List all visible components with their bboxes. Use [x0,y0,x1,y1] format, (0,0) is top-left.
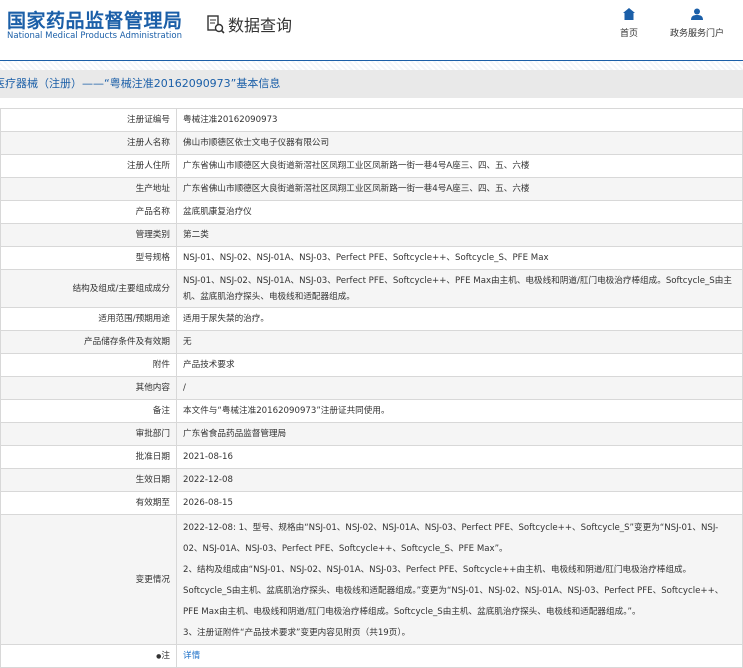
row-label-text: 其他内容 [135,383,170,393]
row-value: 粤械注准20162090973 [176,108,743,132]
change-line: 3、注册证附件“产品技术要求”变更内容见附页（共19页）。 [183,628,411,638]
row-value: 广东省食品药品监督管理局 [176,422,743,446]
row-label-text: 产品储存条件及有效期 [84,337,170,347]
row-label-text: 生产地址 [135,184,170,194]
row-value: NSJ-01、NSJ-02、NSJ-01A、NSJ-03、Perfect PFE… [176,246,743,270]
row-value: 盆底肌康复治疗仪 [176,200,743,224]
row-label: 注册人住所 [0,154,177,178]
row-label: 有效期至 [0,491,177,515]
row-label-text: 注册人名称 [127,138,170,148]
row-label: 备注 [0,399,177,423]
logo-subtitle: National Medical Products Administration [7,31,182,41]
info-table: 注册证编号 粤械注准20162090973 注册人名称 佛山市顺德区依士文电子仪器有限… [0,108,743,668]
row-label-text: 附件 [152,360,170,370]
data-query-heading: 数据查询 [206,12,292,36]
row-value: 第二类 [176,223,743,247]
page-title-text: 医疗器械（注册）——“粤械注准20162090973”基本信息 [0,77,281,90]
row-label: 附件 [0,353,177,377]
table-row: 注册人名称 佛山市顺德区依士文电子仪器有限公司 [0,131,743,155]
row-value: 2021-08-16 [176,445,743,469]
row-label: ●注 [0,644,177,668]
nav-service-label: 政务服务门户 [670,29,725,39]
table-row: 有效期至 2026-08-15 [0,491,743,515]
row-label-text: 注 [161,650,170,661]
table-row: 其他内容 / [0,376,743,400]
table-row: 注册证编号 粤械注准20162090973 [0,108,743,132]
row-value: 2022-12-08: 1、型号、规格由“NSJ-01、NSJ-02、NSJ-0… [176,514,743,645]
table-row: 备注 本文件与“粤械注准20162090973”注册证共同使用。 [0,399,743,423]
row-label: 适用范围/预期用途 [0,307,177,331]
row-label-text: 产品名称 [135,207,170,217]
decorative-stripe [0,61,743,70]
row-label: 审批部门 [0,422,177,446]
table-row: 变更情况 2022-12-08: 1、型号、规格由“NSJ-01、NSJ-02、N… [0,514,743,645]
row-label-text: 批准日期 [135,452,170,462]
data-query-label: 数据查询 [228,16,293,35]
row-value: 广东省佛山市顺德区大良街道新滘社区凤翔工业区凤新路一街一巷4号A座三、四、五、六… [176,154,743,178]
nav-home[interactable]: 首页 [620,8,638,39]
row-label-text: 生效日期 [135,475,170,485]
change-line: 2、结构及组成由“NSJ-01、NSJ-02、NSJ-01A、NSJ-03、Pe… [183,565,724,617]
row-value: 2022-12-08 [176,468,743,492]
row-label-text: 注册证编号 [127,115,170,125]
table-row: ●注 详情 [0,644,743,668]
row-value: 适用于尿失禁的治疗。 [176,307,743,331]
table-row: 批准日期 2021-08-16 [0,445,743,469]
row-value: 2026-08-15 [176,491,743,515]
row-label-text: 管理类别 [135,230,170,240]
row-label: 型号规格 [0,246,177,270]
table-row: 型号规格 NSJ-01、NSJ-02、NSJ-01A、NSJ-03、Perfect… [0,246,743,270]
row-label-text: 审批部门 [135,429,170,439]
row-label-text: 适用范围/预期用途 [98,314,170,324]
row-label: 生产地址 [0,177,177,201]
row-value: 无 [176,330,743,354]
row-value: 详情 [176,644,743,668]
nav-home-label: 首页 [620,29,639,39]
row-value: 产品技术要求 [176,353,743,377]
logo-title[interactable]: 国家药品监督管理局 [7,6,183,33]
table-row: 审批部门 广东省食品药品监督管理局 [0,422,743,446]
row-label: 管理类别 [0,223,177,247]
user-icon [691,8,703,20]
row-label: 批准日期 [0,445,177,469]
home-icon [623,8,635,20]
row-label-text: 备注 [152,406,170,416]
change-line: 2022-12-08: 1、型号、规格由“NSJ-01、NSJ-02、NSJ-0… [183,523,719,554]
row-label: 结构及组成/主要组成成分 [0,269,177,308]
table-row: 结构及组成/主要组成成分 NSJ-01、NSJ-02、NSJ-01A、NSJ-03… [0,269,743,308]
row-label: 变更情况 [0,514,177,645]
row-label-text: 结构及组成/主要组成成分 [72,283,170,294]
row-label-text: 有效期至 [135,498,170,508]
row-label: 注册人名称 [0,131,177,155]
table-row: 适用范围/预期用途 适用于尿失禁的治疗。 [0,307,743,331]
details-link[interactable]: 详情 [183,651,200,661]
document-search-icon [207,15,225,34]
table-row: 注册人住所 广东省佛山市顺德区大良街道新滘社区凤翔工业区凤新路一街一巷4号A座三、… [0,154,743,178]
row-label: 产品储存条件及有效期 [0,330,177,354]
row-value: 佛山市顺德区依士文电子仪器有限公司 [176,131,743,155]
row-label-text: 型号规格 [135,253,170,263]
table-row: 管理类别 第二类 [0,223,743,247]
site-header: 国家药品监督管理局 National Medical Products Admi… [0,0,743,60]
row-value: 广东省佛山市顺德区大良街道新滘社区凤翔工业区凤新路一街一巷4号A座三、四、五、六… [176,177,743,201]
table-row: 产品名称 盆底肌康复治疗仪 [0,200,743,224]
row-value: NSJ-01、NSJ-02、NSJ-01A、NSJ-03、Perfect PFE… [176,269,743,308]
row-label: 其他内容 [0,376,177,400]
table-row: 生产地址 广东省佛山市顺德区大良街道新滘社区凤翔工业区凤新路一街一巷4号A座三、四… [0,177,743,201]
row-label: 产品名称 [0,200,177,224]
row-label-text: 注册人住所 [127,161,170,171]
row-value: / [176,376,743,400]
table-row: 产品储存条件及有效期无 [0,330,743,354]
row-label: 注册证编号 [0,108,177,132]
row-label-text: 变更情况 [135,574,170,585]
page-title: 医疗器械（注册）——“粤械注准20162090973”基本信息 [0,70,743,98]
table-row: 附件 产品技术要求 [0,353,743,377]
row-label: 生效日期 [0,468,177,492]
nav-service-portal[interactable]: 政务服务门户 [670,8,724,39]
table-row: 生效日期 2022-12-08 [0,468,743,492]
row-value: 本文件与“粤械注准20162090973”注册证共同使用。 [176,399,743,423]
